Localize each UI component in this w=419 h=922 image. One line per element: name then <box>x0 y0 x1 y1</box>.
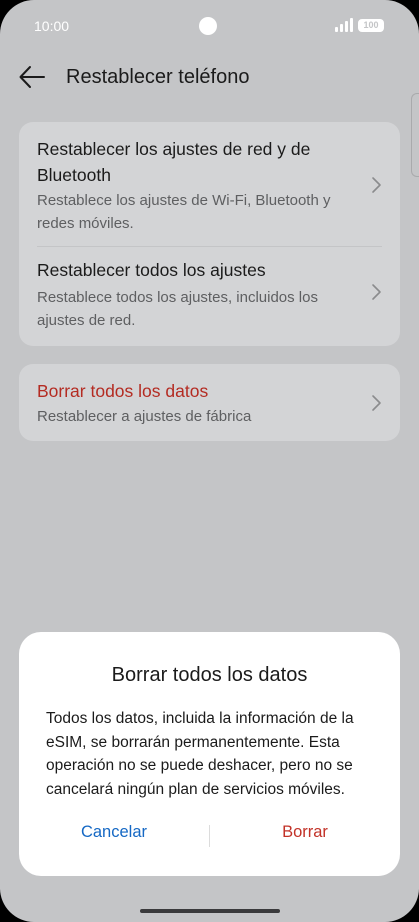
cancel-button[interactable]: Cancelar <box>39 823 189 851</box>
erase-all-data-item[interactable]: Borrar todos los datos Restablecer a aju… <box>19 364 400 441</box>
battery-icon: 100 <box>358 19 384 32</box>
chevron-right-icon <box>372 177 381 193</box>
app-header: Restablecer teléfono <box>0 56 419 100</box>
page-title: Restablecer teléfono <box>66 66 250 88</box>
dialog-title: Borrar todos los datos <box>111 664 308 686</box>
confirm-erase-dialog: Borrar todos los datos Todos los datos, … <box>19 632 400 876</box>
edge-panel-handle[interactable] <box>411 93 419 177</box>
chevron-right-icon <box>372 395 381 411</box>
item-subtitle: Restablecer a ajustes de fábrica <box>37 408 252 425</box>
phone-screen: 10:00 100 Restablecer teléfono Restablec… <box>0 0 419 922</box>
back-arrow-icon[interactable] <box>18 64 46 90</box>
item-title: Borrar todos los datos <box>37 381 209 401</box>
chevron-right-icon <box>372 284 381 300</box>
item-subtitle: Restablece los ajustes de Wi-Fi, Bluetoo… <box>37 192 331 232</box>
item-subtitle: Restablece todos los ajustes, incluidos … <box>37 289 318 329</box>
home-indicator[interactable] <box>140 909 280 913</box>
dialog-message: Todos los datos, incluida la información… <box>46 710 354 798</box>
signal-icon <box>335 18 353 32</box>
button-divider <box>209 825 210 847</box>
reset-all-settings-item[interactable]: Restablecer todos los ajustes Restablece… <box>19 247 400 346</box>
erase-all-data-card: Borrar todos los datos Restablecer a aju… <box>19 364 400 441</box>
confirm-erase-button[interactable]: Borrar <box>230 823 380 851</box>
status-time: 10:00 <box>34 18 70 34</box>
item-title: Restablecer todos los ajustes <box>37 260 266 280</box>
reset-options-card: Restablecer los ajustes de red y de Blue… <box>19 122 400 346</box>
item-title: Restablecer los ajustes de red y de Blue… <box>37 139 311 185</box>
reset-network-settings-item[interactable]: Restablecer los ajustes de red y de Blue… <box>19 122 400 246</box>
camera-cutout <box>199 17 217 35</box>
status-bar: 10:00 100 <box>0 0 419 52</box>
